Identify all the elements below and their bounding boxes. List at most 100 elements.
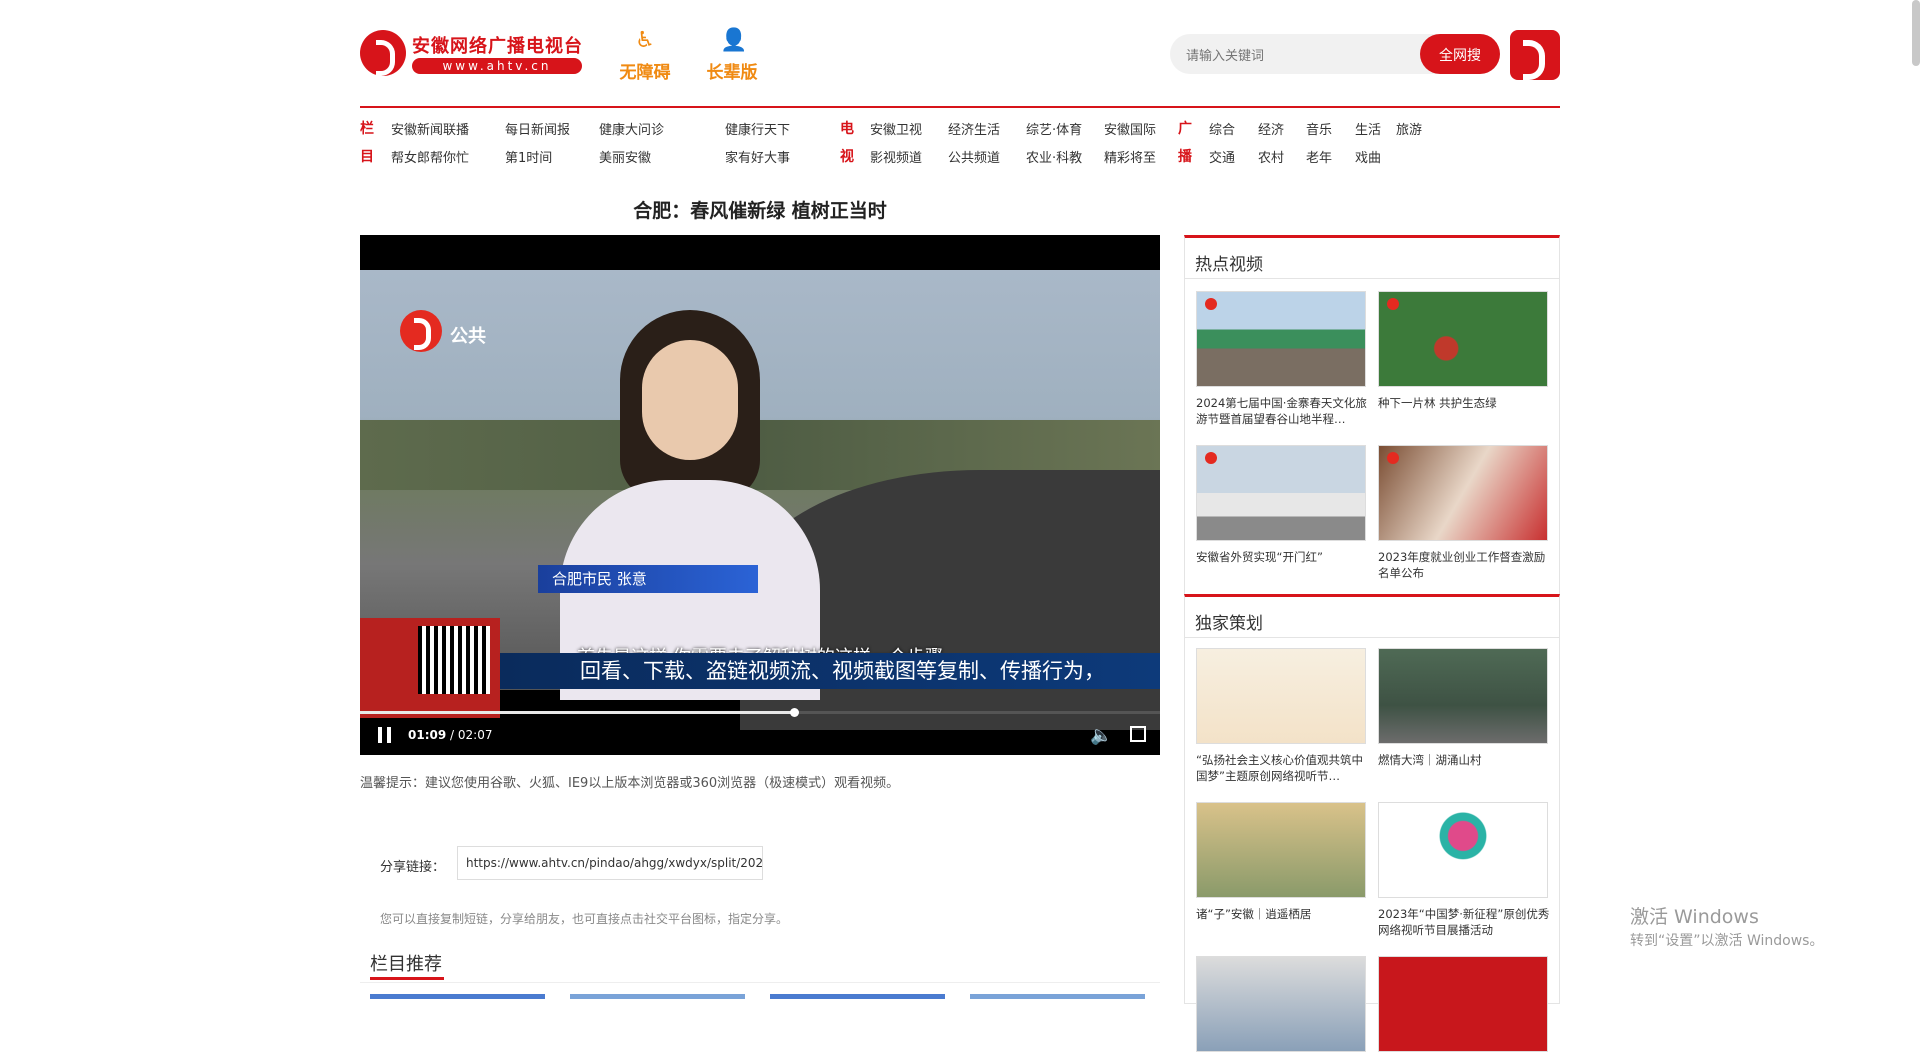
time-display: 01:09 / 02:07 (408, 728, 492, 742)
exclusive-card[interactable]: 2023年“中国梦·新征程”原创优秀网络视听节目展播活动 (1378, 802, 1550, 940)
nav-item[interactable]: 生活 (1355, 119, 1381, 138)
video-thumbnail[interactable] (1196, 956, 1366, 1052)
nav-item[interactable]: 农村 (1258, 147, 1284, 166)
recommend-thumbnail[interactable] (370, 994, 545, 999)
nav-item[interactable]: 安徽新闻联播 (391, 119, 469, 138)
nav-item[interactable]: 经济 (1258, 119, 1284, 138)
channel-label: 公共 (450, 326, 486, 347)
nav-item[interactable]: 健康大问诊 (599, 119, 664, 138)
nav-head-radio-1: 广 (1178, 121, 1192, 137)
exclusive-card[interactable] (1378, 956, 1550, 1052)
site-logo[interactable]: 安徽网络广播电视台 www.ahtv.cn (360, 28, 586, 80)
hot-video-card[interactable]: 2023年度就业创业工作督查激励名单公布 (1378, 445, 1550, 583)
exclusive-panel: 独家策划 “弘扬社会主义核心价值观共筑中国梦”主题原创网络视听节… 燃情大湾｜湖… (1184, 594, 1560, 1052)
nav-item[interactable]: 安徽卫视 (870, 119, 922, 138)
search-input[interactable] (1184, 42, 1428, 68)
channel-logo-icon (1205, 298, 1217, 310)
duration: 02:07 (457, 728, 493, 742)
elder-version-link[interactable]: 👤 长辈版 (697, 28, 767, 83)
nav-item[interactable]: 影视频道 (870, 147, 922, 166)
nav-item[interactable]: 交通 (1209, 147, 1235, 166)
exclusive-card[interactable]: 诸“子”安徽｜逍遥栖居 (1196, 802, 1368, 940)
nav-item[interactable]: 第1时间 (505, 147, 552, 166)
nav-item[interactable]: 戏曲 (1355, 147, 1381, 166)
nav-item[interactable]: 安徽国际 (1104, 119, 1156, 138)
hot-videos-title: 热点视频 (1195, 255, 1263, 275)
ahtv-app-icon[interactable] (1510, 30, 1560, 80)
video-caption[interactable]: 诸“子”安徽｜逍遥栖居 (1196, 906, 1368, 940)
share-url-field[interactable]: https://www.ahtv.cn/pindao/ahgg/xwdyx/sp… (457, 846, 763, 880)
accessibility-link[interactable]: ♿ 无障碍 (610, 28, 680, 83)
nav-item[interactable]: 每日新闻报 (505, 119, 570, 138)
page-scrollbar[interactable] (1912, 0, 1920, 66)
volume-icon[interactable]: 🔈 (1090, 725, 1112, 746)
video-thumbnail[interactable] (1378, 956, 1548, 1052)
video-player[interactable]: 公共 合肥市民 张意 首先是这样 你需要去了解种树的这样一个步骤 回看、下载、盗… (360, 235, 1160, 755)
copyright-banner: 回看、下载、盗链视频流、视频截图等复制、传播行为， (500, 653, 1160, 689)
exclusive-card[interactable]: 燃情大湾｜湖涌山村 (1378, 648, 1550, 786)
nav-item[interactable]: 综艺·体育 (1026, 119, 1082, 138)
video-caption[interactable]: 种下一片林 共护生态绿 (1378, 395, 1550, 429)
search-button[interactable]: 全网搜 (1420, 34, 1500, 74)
video-thumbnail[interactable] (1378, 802, 1548, 898)
video-thumbnail[interactable] (1196, 445, 1366, 541)
logo-url: www.ahtv.cn (412, 58, 582, 74)
recommend-thumbnail[interactable] (570, 994, 745, 999)
nav-item[interactable]: 家有好大事 (725, 147, 790, 166)
video-caption[interactable]: 燃情大湾｜湖涌山村 (1378, 752, 1550, 786)
hot-video-card[interactable]: 安徽省外贸实现“开门红” (1196, 445, 1368, 583)
exclusive-card[interactable] (1196, 956, 1368, 1052)
video-thumbnail[interactable] (1378, 648, 1548, 744)
channel-logo-icon (400, 310, 442, 352)
nav-item[interactable]: 公共频道 (948, 147, 1000, 166)
header-divider (360, 106, 1560, 108)
logo-title: 安徽网络广播电视台 (412, 36, 583, 57)
video-thumbnail[interactable] (1378, 291, 1548, 387)
video-caption[interactable]: 安徽省外贸实现“开门红” (1196, 549, 1368, 583)
qr-code-icon (418, 626, 490, 694)
current-time: 01:09 (408, 728, 447, 742)
video-caption[interactable]: 2023年“中国梦·新征程”原创优秀网络视听节目展播活动 (1378, 906, 1550, 940)
search-bar: 全网搜 (1170, 34, 1500, 74)
nav-item[interactable]: 经济生活 (948, 119, 1000, 138)
video-interviewee (560, 310, 820, 700)
nav-item[interactable]: 精彩将至 (1104, 147, 1156, 166)
windows-activation-hint: 转到“设置”以激活 Windows。 (1630, 933, 1824, 949)
progress-fill (360, 711, 795, 714)
recommend-title: 栏目推荐 (370, 954, 442, 975)
share-label: 分享链接： (380, 860, 446, 875)
channel-bug: 公共 (400, 310, 540, 360)
exclusive-card[interactable]: “弘扬社会主义核心价值观共筑中国梦”主题原创网络视听节… (1196, 648, 1368, 786)
ahtv-logo-icon (360, 30, 406, 76)
hot-video-card[interactable]: 种下一片林 共护生态绿 (1378, 291, 1550, 429)
video-thumbnail[interactable] (1196, 648, 1366, 744)
hot-video-card[interactable]: 2024第七届中国·金寨春天文化旅游节暨首届望春谷山地半程… (1196, 291, 1368, 429)
video-caption[interactable]: 2024第七届中国·金寨春天文化旅游节暨首届望春谷山地半程… (1196, 395, 1368, 429)
share-hint: 您可以直接复制短链，分享给朋友，也可直接点击社交平台图标，指定分享。 (380, 912, 789, 926)
nav-item[interactable]: 农业·科教 (1026, 147, 1082, 166)
nav-item[interactable]: 老年 (1306, 147, 1332, 166)
recommend-thumbnail[interactable] (770, 994, 945, 999)
nav-item[interactable]: 旅游 (1396, 119, 1422, 138)
progress-bar[interactable] (360, 708, 1160, 717)
nav-head-tv-2: 视 (840, 149, 854, 165)
nav-item[interactable]: 音乐 (1306, 119, 1332, 138)
nav-item[interactable]: 美丽安徽 (599, 147, 651, 166)
recommend-thumbnail[interactable] (970, 994, 1145, 999)
pause-icon[interactable] (378, 727, 392, 743)
video-caption[interactable]: 2023年度就业创业工作督查激励名单公布 (1378, 549, 1550, 583)
accessibility-label: 无障碍 (619, 63, 671, 83)
channel-logo-icon (1387, 298, 1399, 310)
nav-item[interactable]: 综合 (1209, 119, 1235, 138)
video-thumbnail[interactable] (1196, 802, 1366, 898)
video-thumbnail[interactable] (1378, 445, 1548, 541)
exclusive-title: 独家策划 (1195, 614, 1263, 634)
video-caption[interactable]: “弘扬社会主义核心价值观共筑中国梦”主题原创网络视听节… (1196, 752, 1368, 786)
nav-item[interactable]: 帮女郎帮你忙 (391, 147, 469, 166)
video-thumbnail[interactable] (1196, 291, 1366, 387)
panel-divider (1185, 278, 1559, 279)
fullscreen-icon[interactable] (1130, 726, 1146, 742)
nav-item[interactable]: 健康行天下 (725, 119, 790, 138)
name-caption: 合肥市民 张意 (538, 565, 758, 593)
recommend-divider (360, 982, 1160, 983)
